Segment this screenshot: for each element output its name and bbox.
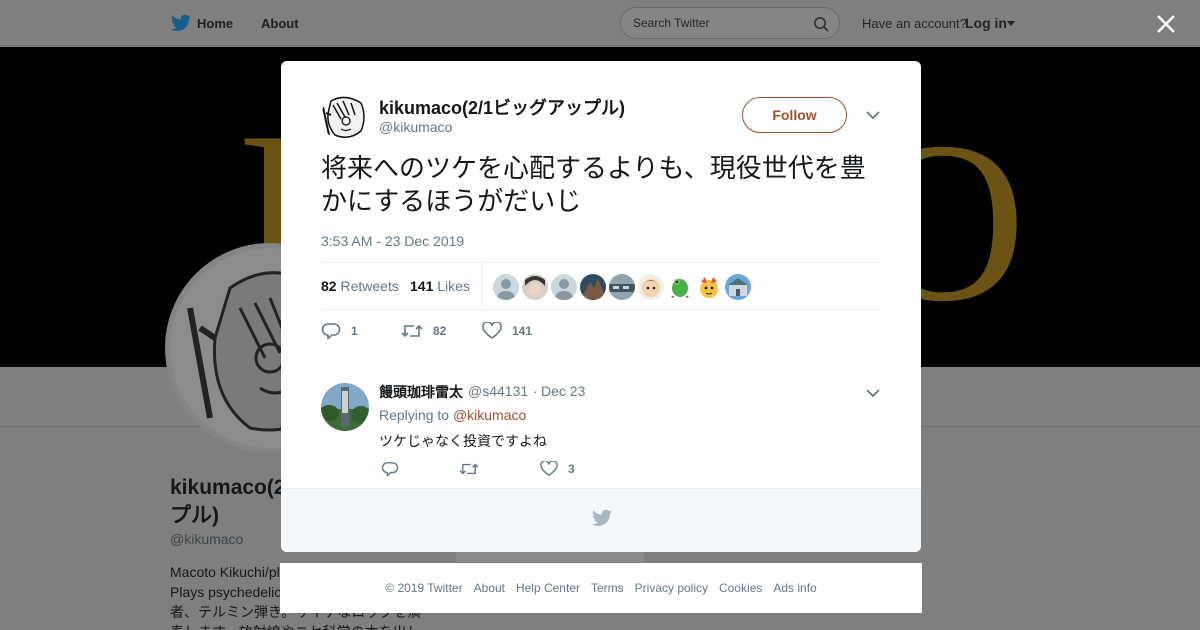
liker-avatar[interactable] [580,274,606,300]
tweet-text: 将来へのツケを心配するよりも、現役世代を豊かにするほうがだいじ [321,154,866,217]
footer-link-help-center[interactable]: Help Center [516,581,580,595]
reply-avatar-image [321,383,369,431]
reply-actions: 3 [379,459,679,479]
reply-reply-action[interactable] [381,457,409,481]
about-link[interactable]: About [261,16,299,31]
twitter-bird-icon[interactable] [171,14,191,32]
heart-icon [482,322,502,339]
retweets-count: 82 [321,278,337,294]
likes-stat[interactable]: 141 Likes [410,278,470,294]
liker-avatar[interactable] [696,274,722,300]
reply-author-name[interactable]: 饅頭珈琲雷太 [379,382,463,402]
footer-copyright: © 2019 Twitter [385,581,463,595]
footer-link-cookies[interactable]: Cookies [719,581,762,595]
top-navigation-bar: Home About Search Twitter Have an accoun… [0,0,1200,46]
reply-tweet[interactable]: 饅頭珈琲雷太 @s44131 · Dec 23 Replying to @kik… [281,363,921,488]
retweet-count: 82 [433,324,447,338]
retweets-stat[interactable]: 82 Retweets [321,278,399,294]
tweet-timestamp[interactable]: 3:53 AM - 23 Dec 2019 [321,233,464,249]
likes-label: Likes [437,278,470,294]
home-link[interactable]: Home [197,16,233,31]
chevron-down-icon[interactable] [865,387,881,399]
reply-author-handle[interactable]: @s44131 [468,383,528,399]
reply-like-action[interactable]: 3 [540,457,575,481]
liker-avatar[interactable] [522,274,548,300]
profile-name-line2: プル) [170,504,219,527]
search-box[interactable]: Search Twitter [620,7,840,39]
tweet-actions: 1 82 141 [321,319,881,343]
liker-avatar[interactable] [493,274,519,300]
follow-button[interactable]: Follow [742,97,847,133]
reply-text: ツケじゃなく投資ですよね [379,434,547,450]
retweet-icon [459,463,479,475]
footer-link-privacy-policy[interactable]: Privacy policy [635,581,708,595]
footer-link-about[interactable]: About [474,581,505,595]
liker-avatar[interactable] [725,274,751,300]
heart-icon [540,461,558,476]
replying-to-handle[interactable]: @kikumaco [453,407,526,423]
retweet-icon [401,324,423,338]
replying-to-label: Replying to [379,407,450,423]
reply-like-count: 3 [568,462,575,476]
reply-count: 1 [351,324,358,338]
liker-avatar[interactable] [667,274,693,300]
stats-divider [481,263,482,309]
reply-action[interactable]: 1 [321,319,358,343]
likes-count: 141 [410,278,434,294]
author-name[interactable]: kikumaco(2/1ビッグアップル) [379,94,625,120]
profile-name: kikumaco(2/1ビッグアッ プル) [170,474,290,530]
reply-retweet-action[interactable] [459,457,489,481]
tweet-stats: 82 Retweets 141 Likes [321,262,881,310]
reply-author-avatar[interactable] [321,383,369,431]
search-input[interactable]: Search Twitter [633,16,709,30]
profile-name-line1: kikumaco(2/1ビッグアッ [170,476,290,499]
reply-separator: · [533,383,538,399]
footer-link-terms[interactable]: Terms [591,581,624,595]
tweet-modal: kikumaco(2/1ビッグアップル) @kikumaco Follow 将来… [281,61,921,552]
close-icon[interactable] [1154,12,1178,36]
chevron-down-icon[interactable] [1007,21,1015,26]
twitter-bird-icon [592,509,612,526]
profile-bio-line: 奏します。放射線やニセ科学の本を出し [170,622,430,630]
retweets-label: Retweets [340,278,399,294]
replying-to: Replying to @kikumaco [379,407,526,423]
author-handle[interactable]: @kikumaco [379,119,452,135]
liker-avatar[interactable] [551,274,577,300]
reply-icon [381,462,399,477]
reply-icon [321,323,341,340]
liker-avatar[interactable] [609,274,635,300]
retweet-action[interactable]: 82 [401,319,446,343]
footer-link-ads-info[interactable]: Ads info [773,581,816,595]
reply-date[interactable]: Dec 23 [541,383,585,399]
author-avatar-illustration [321,93,369,141]
modal-footer [281,488,921,552]
login-link[interactable]: Log in [965,15,1007,31]
chevron-down-icon[interactable] [865,109,881,121]
search-icon[interactable] [813,16,829,32]
profile-handle: @kikumaco [170,531,244,547]
like-action[interactable]: 141 [482,319,532,343]
have-account-text: Have an account? [862,16,967,31]
like-count: 141 [512,324,533,338]
author-avatar[interactable] [321,93,369,141]
liker-avatar[interactable] [638,274,664,300]
page-footer: © 2019 Twitter About Help Center Terms P… [280,563,922,613]
